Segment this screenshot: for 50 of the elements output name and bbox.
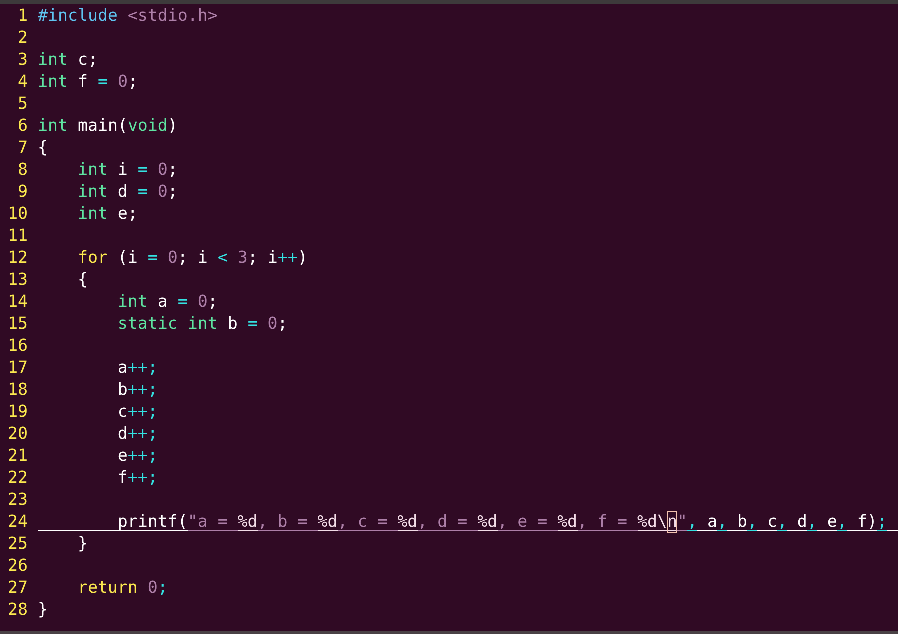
line-number: 15 xyxy=(7,313,28,335)
code-line: d++; xyxy=(116,423,159,445)
line-number: 13 xyxy=(7,269,28,291)
code-line: f++; xyxy=(116,467,159,489)
code-line: int e; xyxy=(76,203,139,225)
code-line: int d = 0; xyxy=(76,181,179,203)
line-number: 10 xyxy=(7,203,28,225)
line-number: 27 xyxy=(7,577,28,599)
code-line: int a = 0; xyxy=(116,291,219,313)
line-number: 3 xyxy=(17,49,28,71)
line-number: 22 xyxy=(7,467,28,489)
code-line: static int b = 0; xyxy=(116,313,289,335)
code-line: { xyxy=(38,137,49,159)
line-number: 24 xyxy=(7,511,28,533)
code-line: int f = 0; xyxy=(38,71,139,93)
line-number: 19 xyxy=(7,401,28,423)
line-number: 20 xyxy=(7,423,28,445)
line-number: 11 xyxy=(7,225,28,247)
code-line: int i = 0; xyxy=(76,159,179,181)
line-number: 25 xyxy=(7,533,28,555)
line-number: 1 xyxy=(17,5,28,27)
line-number: 17 xyxy=(7,357,28,379)
line-number: 21 xyxy=(7,445,28,467)
code-line: int c; xyxy=(38,49,99,71)
code-line: { xyxy=(76,269,89,291)
line-number: 9 xyxy=(17,181,28,203)
line-number: 7 xyxy=(17,137,28,159)
line-number: 2 xyxy=(17,27,28,49)
line-number: 4 xyxy=(17,71,28,93)
line-number: 12 xyxy=(7,247,28,269)
code-line: printf("a = %d, b = %d, c = %d, d = %d, e = %d, f = %d\n", a, b, c, d, e, f); xyxy=(38,511,898,533)
code-line: e++; xyxy=(116,445,159,467)
line-number: 8 xyxy=(17,159,28,181)
line-number: 6 xyxy=(17,115,28,137)
line-number: 26 xyxy=(7,555,28,577)
code-line: #include <stdio.h> xyxy=(38,5,219,27)
code-line: for (i = 0; i < 3; i++) xyxy=(76,247,309,269)
code-line: int main(void) xyxy=(38,115,179,137)
code-line: } xyxy=(76,533,89,555)
code-line: a++; xyxy=(116,357,159,379)
line-number: 18 xyxy=(7,379,28,401)
code-line: c++; xyxy=(116,401,159,423)
line-number: 14 xyxy=(7,291,28,313)
line-number: 23 xyxy=(7,489,28,511)
code-line: return 0; xyxy=(76,577,169,599)
line-number: 28 xyxy=(7,599,28,621)
code-line: b++; xyxy=(116,379,159,401)
line-number: 5 xyxy=(17,93,28,115)
code-line: } xyxy=(38,599,49,621)
line-number: 16 xyxy=(7,335,28,357)
